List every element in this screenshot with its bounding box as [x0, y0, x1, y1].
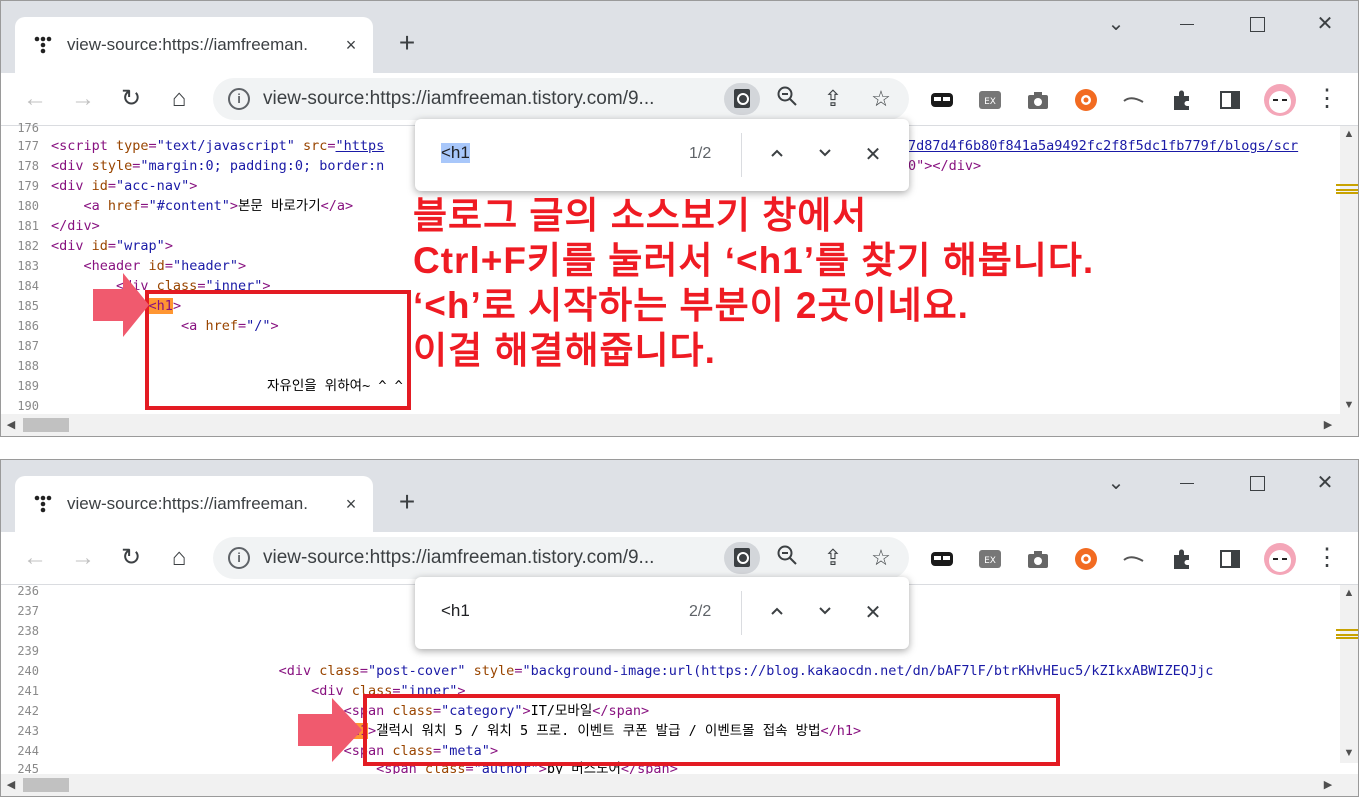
- red-arrow-icon: [93, 273, 149, 337]
- back-button[interactable]: ←: [21, 85, 49, 113]
- find-bar: <h1 2/2 ✕: [415, 577, 909, 649]
- tab-view-source[interactable]: view-source:https://iamfreeman. ×: [15, 17, 373, 73]
- share-icon[interactable]: ⇪: [819, 544, 847, 572]
- find-divider: [741, 591, 742, 635]
- menu-icon[interactable]: ⋮: [1313, 544, 1341, 572]
- new-tab-button[interactable]: +: [393, 488, 421, 517]
- vertical-scrollbar[interactable]: ▲ ▼: [1336, 126, 1358, 415]
- annotation-text: 블로그 글의 소스보기 창에서 Ctrl+F키를 눌러서 ‘<h1’를 찾기 해봅…: [413, 195, 1095, 371]
- profile-avatar[interactable]: [1263, 542, 1297, 576]
- extension-orange-icon[interactable]: [1073, 87, 1099, 113]
- find-match-count: 2/2: [689, 603, 712, 620]
- tab-search-icon[interactable]: ⌄: [1096, 9, 1136, 39]
- svg-text:EX: EX: [984, 556, 996, 566]
- reload-button[interactable]: ↻: [117, 544, 145, 572]
- extension-mask-icon[interactable]: [929, 546, 955, 572]
- find-input[interactable]: <h1: [441, 143, 470, 163]
- address-bar[interactable]: i view-source:https://iamfreeman.tistory…: [213, 537, 909, 579]
- horizontal-scroll-thumb[interactable]: [23, 418, 69, 432]
- find-close-button[interactable]: ✕: [859, 599, 887, 627]
- extensions-puzzle-icon[interactable]: [1169, 87, 1195, 113]
- address-bar[interactable]: i view-source:https://iamfreeman.tistory…: [213, 78, 909, 120]
- browser-window-bottom: view-source:https://iamfreeman. × + ⌄ ✕ …: [0, 459, 1359, 797]
- new-tab-button[interactable]: +: [393, 29, 421, 58]
- find-next-button[interactable]: [811, 141, 839, 169]
- tistory-favicon-icon: [34, 495, 52, 513]
- close-window-button[interactable]: ✕: [1305, 468, 1345, 498]
- find-in-page-icon[interactable]: [724, 542, 760, 574]
- tab-title: view-source:https://iamfreeman.: [67, 494, 308, 513]
- script-src-link-tail[interactable]: 7d87d4f6b80f841a5a9492fc2f8f5dc1fb779f/b…: [908, 136, 1298, 156]
- close-window-button[interactable]: ✕: [1305, 9, 1345, 39]
- horizontal-scrollbar[interactable]: ◀ ▶: [1, 774, 1358, 796]
- tab-title: view-source:https://iamfreeman.: [67, 35, 308, 54]
- find-divider: [741, 133, 742, 177]
- tab-view-source[interactable]: view-source:https://iamfreeman. ×: [15, 476, 373, 532]
- home-button[interactable]: ⌂: [165, 544, 193, 572]
- extension-curve-icon[interactable]: [1121, 87, 1147, 113]
- horizontal-scrollbar[interactable]: ◀ ▶: [1, 414, 1358, 436]
- menu-icon[interactable]: ⋮: [1313, 85, 1341, 113]
- svg-text:EX: EX: [984, 97, 996, 107]
- browser-window-top: view-source:https://iamfreeman. × + ⌄ ✕ …: [0, 0, 1359, 437]
- find-match-markers: [1336, 629, 1358, 639]
- url-text[interactable]: view-source:https://iamfreeman.tistory.c…: [263, 547, 713, 569]
- find-bar: <h1 1/2 ✕: [415, 119, 909, 191]
- extension-camera-icon[interactable]: [1025, 546, 1051, 572]
- find-close-button[interactable]: ✕: [859, 141, 887, 169]
- find-match-markers: [1336, 184, 1358, 194]
- share-icon[interactable]: ⇪: [819, 85, 847, 113]
- tab-close-icon[interactable]: ×: [340, 493, 362, 515]
- extension-mask-icon[interactable]: [929, 87, 955, 113]
- bookmark-star-icon[interactable]: ☆: [867, 85, 895, 113]
- site-info-icon[interactable]: i: [228, 547, 250, 569]
- red-arrow-icon: [298, 698, 362, 762]
- vertical-scrollbar[interactable]: ▲ ▼: [1336, 585, 1358, 763]
- extensions-puzzle-icon[interactable]: [1169, 546, 1195, 572]
- minimize-button[interactable]: [1167, 9, 1207, 39]
- find-input[interactable]: <h1: [441, 601, 470, 621]
- highlight-box: [145, 290, 411, 410]
- tistory-favicon-icon: [34, 36, 52, 54]
- minimize-button[interactable]: [1167, 468, 1207, 498]
- home-button[interactable]: ⌂: [165, 85, 193, 113]
- reload-button[interactable]: ↻: [117, 85, 145, 113]
- forward-button[interactable]: →: [69, 544, 97, 572]
- highlight-box: [363, 694, 1060, 766]
- extension-ex-icon[interactable]: EX: [977, 87, 1003, 113]
- maximize-button[interactable]: [1237, 468, 1277, 498]
- side-panel-icon[interactable]: [1217, 87, 1243, 113]
- extension-ex-icon[interactable]: EX: [977, 546, 1003, 572]
- find-previous-button[interactable]: [763, 141, 791, 169]
- forward-button[interactable]: →: [69, 85, 97, 113]
- zoom-icon[interactable]: [773, 544, 801, 572]
- tab-strip: view-source:https://iamfreeman. × + ⌄ ✕: [1, 1, 1358, 73]
- profile-avatar[interactable]: [1263, 83, 1297, 117]
- site-info-icon[interactable]: i: [228, 88, 250, 110]
- horizontal-scroll-thumb[interactable]: [23, 778, 69, 792]
- script-src-link[interactable]: "https: [336, 138, 385, 154]
- tab-search-icon[interactable]: ⌄: [1096, 468, 1136, 498]
- tab-close-icon[interactable]: ×: [340, 34, 362, 56]
- find-previous-button[interactable]: [763, 599, 791, 627]
- back-button[interactable]: ←: [21, 544, 49, 572]
- zoom-icon[interactable]: [773, 85, 801, 113]
- tab-strip: view-source:https://iamfreeman. × + ⌄ ✕: [1, 460, 1358, 532]
- bookmark-star-icon[interactable]: ☆: [867, 544, 895, 572]
- extension-curve-icon[interactable]: [1121, 546, 1147, 572]
- find-match-count: 1/2: [689, 145, 712, 162]
- side-panel-icon[interactable]: [1217, 546, 1243, 572]
- find-next-button[interactable]: [811, 599, 839, 627]
- find-in-page-icon[interactable]: [724, 83, 760, 115]
- extension-orange-icon[interactable]: [1073, 546, 1099, 572]
- url-text[interactable]: view-source:https://iamfreeman.tistory.c…: [263, 88, 713, 110]
- maximize-button[interactable]: [1237, 9, 1277, 39]
- extension-camera-icon[interactable]: [1025, 87, 1051, 113]
